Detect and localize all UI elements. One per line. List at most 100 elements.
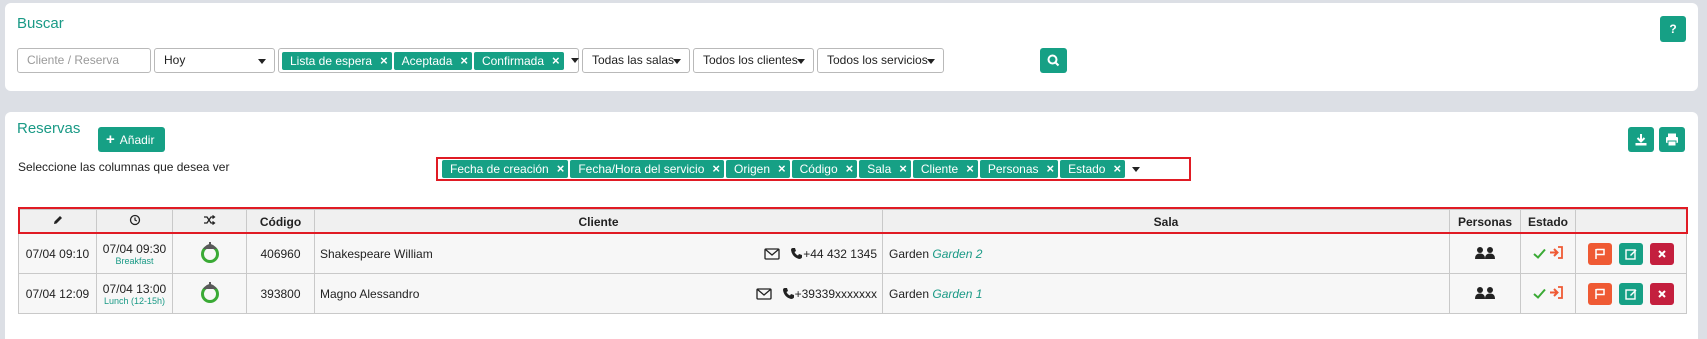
edit-button[interactable] [1619,242,1643,265]
print-button[interactable] [1659,127,1685,152]
column-tag-label: Personas [987,162,1039,176]
remove-tag-icon[interactable]: × [557,160,565,178]
header-highlight [18,207,1688,234]
flag-button[interactable] [1587,242,1612,265]
table-row[interactable]: 07/04 09:10 07/04 09:30 Breakfast 406960… [18,233,1687,274]
edit-button[interactable] [1619,282,1643,305]
date-select[interactable]: Hoy [154,48,275,73]
client-cell: Magno Alessandro +39339xxxxxxx [314,273,883,314]
remove-tag-icon[interactable]: × [712,160,720,178]
service-time-cell: 07/04 09:30 Breakfast [96,233,173,274]
date-select-value: Hoy [164,53,186,67]
search-button[interactable] [1040,48,1067,73]
column-tag: Origen × [725,160,790,178]
table-row[interactable]: 07/04 12:09 07/04 13:00 Lunch (12-15h) 3… [18,273,1687,314]
phone-number[interactable]: +44 432 1345 [803,247,877,261]
rooms-select[interactable]: Todas las salas [582,48,690,73]
service-name: Lunch (12-15h) [103,295,166,306]
chevron-down-icon [673,59,681,64]
envelope-icon[interactable] [764,247,780,260]
check-icon[interactable] [1533,288,1546,299]
client-name[interactable]: Magno Alessandro [320,287,756,301]
flag-button[interactable] [1587,282,1612,305]
phone-number[interactable]: +39339xxxxxxx [795,287,877,301]
column-tag: Estado × [1060,160,1126,178]
remove-tag-icon[interactable]: × [778,160,786,178]
remove-tag-icon[interactable]: × [460,52,468,70]
reservations-card: Reservas + Añadir Seleccione las columnas… [5,112,1698,339]
remove-tag-icon[interactable]: × [552,52,560,70]
printer-icon [1666,133,1678,147]
check-icon[interactable] [1533,248,1546,259]
service-time-cell: 07/04 13:00 Lunch (12-15h) [96,273,173,314]
remove-tag-icon[interactable]: × [846,160,854,178]
remove-tag-icon[interactable]: × [380,52,388,70]
remove-tag-icon[interactable]: × [966,160,974,178]
status-cell [1520,273,1576,314]
service-time: 07/04 09:30 [102,241,167,256]
clients-select[interactable]: Todos los clientes [693,48,814,73]
column-tag: Sala × [859,160,911,178]
columns-label: Seleccione las columnas que desea ver [18,160,230,174]
close-icon [1658,289,1667,298]
rooms-select-value: Todas las salas [592,53,675,67]
columns-multiselect[interactable]: Fecha de creación × Fecha/Hora del servic… [439,159,1141,179]
status-tag-label: Confirmada [481,53,544,68]
room-cell: Garden Garden 1 [882,273,1450,314]
status-tag: Lista de espera × [282,51,392,70]
origin-icon [200,282,219,303]
client-search-placeholder: Cliente / Reserva [27,53,120,67]
room-zone: Garden 1 [932,286,983,301]
delete-button[interactable] [1650,282,1675,305]
room-name: Garden [889,246,930,261]
people-cell [1449,273,1521,314]
client-name[interactable]: Shakespeare William [320,247,764,261]
status-multiselect[interactable]: Lista de espera × Aceptada × Confirmada × [278,48,579,73]
phone-icon [791,248,803,259]
column-tag: Cliente × [912,160,978,178]
remove-tag-icon[interactable]: × [1113,160,1121,178]
download-button[interactable] [1628,127,1654,152]
client-search-input[interactable]: Cliente / Reserva [17,48,151,73]
origin-cell [172,233,247,274]
column-tag-label: Código [799,162,838,176]
actions-cell [1575,233,1687,274]
remove-tag-icon[interactable]: × [1047,160,1055,178]
people-cell [1449,233,1521,274]
add-reservation-button[interactable]: + Añadir [98,127,165,152]
sign-in-icon[interactable] [1549,285,1564,299]
search-title: Buscar [17,15,64,32]
column-tag-label: Estado [1068,162,1106,176]
status-tag-label: Aceptada [401,53,453,68]
status-tag-label: Lista de espera [290,53,373,68]
room-cell: Garden Garden 2 [882,233,1450,274]
created-cell: 07/04 12:09 [18,273,97,314]
actions-cell [1575,273,1687,314]
services-select[interactable]: Todos los servicios [817,48,944,73]
column-tag: Código × [791,160,858,178]
help-button[interactable]: ? [1660,16,1686,42]
sign-in-icon[interactable] [1549,245,1564,259]
envelope-icon[interactable] [755,287,772,300]
delete-button[interactable] [1650,242,1675,265]
origin-cell [172,273,247,314]
chevron-down-icon [258,59,266,64]
people-icon [1475,246,1495,259]
edit-icon [1625,288,1637,300]
download-icon [1635,134,1647,146]
flag-icon [1594,248,1605,259]
code-cell: 393800 [246,273,315,314]
chevron-down-icon[interactable] [1132,166,1141,172]
origin-icon [200,242,219,263]
column-tag-label: Cliente [920,162,959,176]
status-tag: Confirmada × [473,51,564,70]
column-tag: Fecha/Hora del servicio × [570,160,724,178]
people-icon [1475,286,1495,299]
column-tag-label: Origen [733,162,771,176]
remove-tag-icon[interactable]: × [899,160,907,178]
column-tag-label: Sala [867,162,892,176]
room-name: Garden [889,286,930,301]
room-zone: Garden 2 [932,246,983,261]
chevron-down-icon[interactable] [570,58,579,63]
search-card: Buscar ? Cliente / Reserva Hoy Lista de … [5,3,1698,91]
